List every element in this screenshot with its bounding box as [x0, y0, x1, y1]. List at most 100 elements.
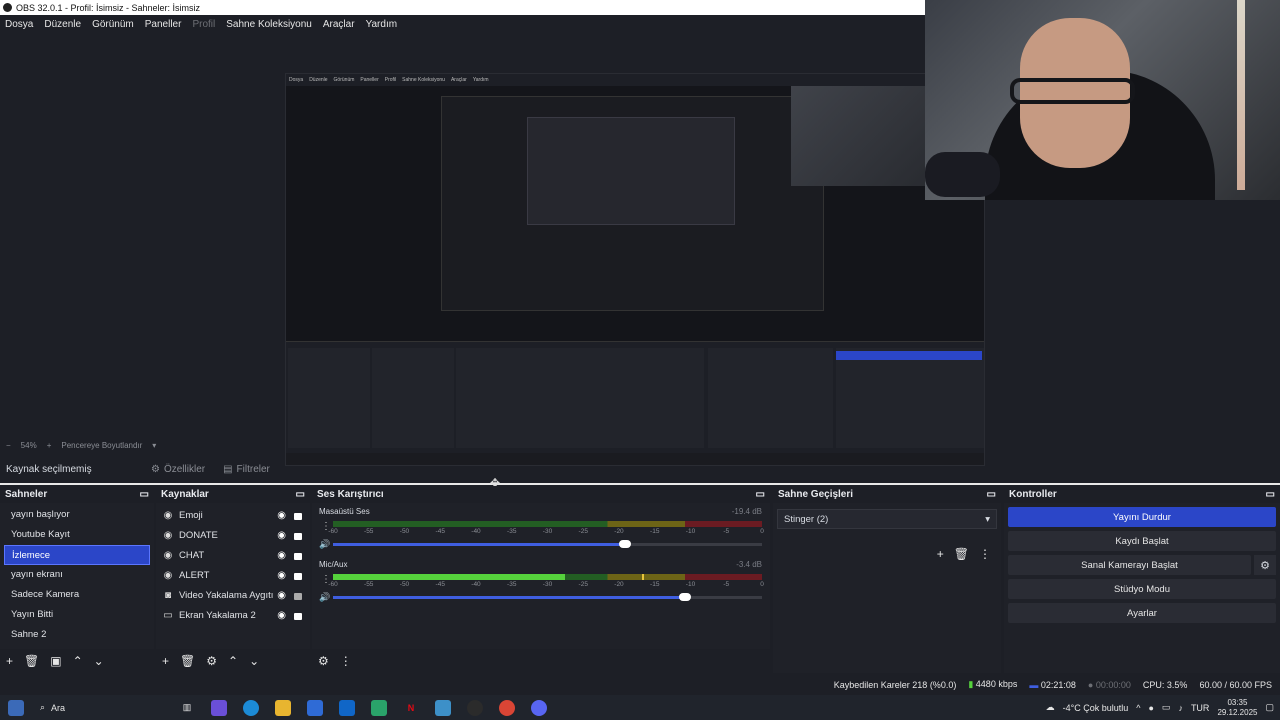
add-source-icon[interactable]: +: [162, 654, 169, 668]
chevron-down-icon[interactable]: ▾: [152, 441, 156, 450]
scene-item[interactable]: Yayın Bitti: [4, 605, 150, 625]
chrome-icon[interactable]: [499, 699, 516, 716]
menu-yardim[interactable]: Yardım: [366, 19, 398, 30]
source-item[interactable]: ◉ DONATE ◉: [156, 525, 310, 545]
source-item[interactable]: ◉ ALERT ◉: [156, 565, 310, 585]
fit-to-window-select[interactable]: Pencereye Boyutlandır: [61, 441, 142, 450]
lock-icon[interactable]: [294, 613, 302, 620]
add-scene-icon[interactable]: +: [6, 654, 13, 668]
start-record-button[interactable]: Kaydı Başlat: [1008, 531, 1276, 551]
visibility-eye-icon[interactable]: ◉: [277, 590, 286, 601]
source-item[interactable]: ▭ Ekran Yakalama 2 ◉: [156, 605, 310, 625]
dock-splitter[interactable]: [0, 483, 1280, 485]
filters-button[interactable]: ▤ Filtreler: [223, 464, 270, 475]
source-item[interactable]: ◉ Emoji ◉: [156, 505, 310, 525]
volume-icon[interactable]: ♪: [1178, 703, 1183, 713]
advanced-audio-icon[interactable]: ⚙: [318, 654, 329, 668]
speaker-icon[interactable]: 🔊: [319, 539, 330, 550]
move-up-icon[interactable]: ⌃: [228, 654, 238, 668]
unlock-icon[interactable]: [294, 593, 302, 600]
volume-knob[interactable]: [678, 593, 691, 601]
menu-araclar[interactable]: Araçlar: [323, 19, 355, 30]
app-icon[interactable]: [435, 699, 452, 716]
lock-icon[interactable]: [294, 513, 302, 520]
properties-button[interactable]: ⚙ Özellikler: [151, 464, 205, 475]
settings-button[interactable]: Ayarlar: [1008, 603, 1276, 623]
scene-item[interactable]: Sadece Kamera: [4, 585, 150, 605]
dock-menu-icon[interactable]: ▭: [296, 489, 305, 500]
search-icon[interactable]: ⌕: [40, 702, 45, 713]
notifications-icon[interactable]: ▢: [1265, 702, 1274, 713]
add-transition-icon[interactable]: +: [937, 547, 944, 561]
meter-tick-label: -45: [435, 581, 445, 588]
menu-duzenle[interactable]: Düzenle: [44, 19, 81, 30]
app-icon[interactable]: [371, 699, 388, 716]
menu-gorunum[interactable]: Görünüm: [92, 19, 134, 30]
dock-menu-icon[interactable]: ▭: [756, 489, 765, 500]
stop-stream-button[interactable]: Yayını Durdur: [1008, 507, 1276, 527]
tray-overflow-icon[interactable]: ^: [1136, 703, 1140, 713]
taskbar-search[interactable]: Ara: [51, 703, 171, 713]
edge-icon[interactable]: [243, 699, 260, 716]
lock-icon[interactable]: [294, 573, 302, 580]
move-down-icon[interactable]: ⌄: [94, 654, 104, 668]
start-virtual-cam-button[interactable]: Sanal Kamerayı Başlat: [1008, 555, 1251, 575]
source-item[interactable]: ◙ Video Yakalama Aygıtı ◉: [156, 585, 310, 605]
transition-select[interactable]: Stinger (2) ▾: [777, 509, 997, 529]
menu-dosya[interactable]: Dosya: [5, 19, 33, 30]
program-preview[interactable]: Dosya Düzenle Görünüm Paneller Profil Sahne K…: [285, 73, 985, 466]
lock-icon[interactable]: [294, 533, 302, 540]
delete-transition-icon[interactable]: 🗑: [954, 547, 969, 561]
lock-icon[interactable]: [294, 553, 302, 560]
visibility-eye-icon[interactable]: ◉: [277, 510, 286, 521]
menu-sahne-koleksiyonu[interactable]: Sahne Koleksiyonu: [226, 19, 312, 30]
dock-menu-icon[interactable]: ▭: [987, 489, 996, 500]
outlook-icon[interactable]: [339, 699, 356, 716]
delete-scene-icon[interactable]: 🗑: [24, 654, 39, 668]
scene-item-selected[interactable]: İzlemece: [4, 545, 150, 565]
move-down-icon[interactable]: ⌄: [249, 654, 259, 668]
network-icon[interactable]: ▭: [1162, 702, 1171, 713]
visibility-eye-icon[interactable]: ◉: [277, 530, 286, 541]
transition-menu-icon[interactable]: ⋮: [979, 547, 991, 561]
studio-mode-button[interactable]: Stüdyo Modu: [1008, 579, 1276, 599]
store-icon[interactable]: [307, 699, 324, 716]
language-indicator[interactable]: TUR: [1191, 703, 1210, 713]
task-view-icon[interactable]: ▥: [179, 700, 195, 716]
meter-tick-label: -15: [650, 528, 660, 535]
source-properties-gear-icon[interactable]: ⚙: [206, 654, 217, 668]
visibility-eye-icon[interactable]: ◉: [277, 570, 286, 581]
clock[interactable]: 03:35 29.12.2025: [1217, 698, 1257, 718]
volume-knob[interactable]: [618, 540, 631, 548]
source-item[interactable]: ◉ CHAT ◉: [156, 545, 310, 565]
dock-menu-icon[interactable]: ▭: [140, 489, 149, 500]
scene-item[interactable]: yayın ekranı: [4, 565, 150, 585]
scene-item[interactable]: yayın başlıyor: [4, 505, 150, 525]
zoom-out-button[interactable]: −: [6, 441, 11, 450]
speaker-icon[interactable]: 🔊: [319, 592, 330, 603]
file-explorer-icon[interactable]: [275, 699, 292, 716]
gear-icon[interactable]: ⚙: [1254, 555, 1276, 575]
volume-slider[interactable]: [333, 540, 762, 548]
weather-text[interactable]: -4°C Çok bulutlu: [1063, 703, 1129, 713]
app-icon[interactable]: [211, 699, 228, 716]
window-title: OBS 32.0.1 - Profil: İsimsiz - Sahneler:…: [16, 2, 201, 13]
mixer-menu-icon[interactable]: ⋮: [340, 654, 352, 668]
visibility-eye-icon[interactable]: ◉: [277, 610, 286, 621]
netflix-icon[interactable]: N: [403, 700, 419, 716]
microphone-icon[interactable]: ●: [1148, 703, 1153, 713]
menu-paneller[interactable]: Paneller: [145, 19, 182, 30]
widgets-icon[interactable]: [8, 699, 24, 716]
visibility-eye-icon[interactable]: ◉: [277, 550, 286, 561]
move-up-icon[interactable]: ⌃: [73, 654, 83, 668]
delete-source-icon[interactable]: 🗑: [180, 654, 195, 668]
zoom-in-button[interactable]: +: [47, 441, 52, 450]
discord-icon[interactable]: [531, 699, 548, 716]
scene-item[interactable]: Sahne 2: [4, 625, 150, 645]
scene-item[interactable]: Youtube Kayıt: [4, 525, 150, 545]
dock-menu-icon[interactable]: ▭: [1266, 489, 1275, 500]
scene-filters-icon[interactable]: ▣: [50, 654, 61, 668]
meter-tick-label: -15: [650, 581, 660, 588]
volume-slider[interactable]: [333, 593, 762, 601]
obs-icon[interactable]: [467, 699, 484, 716]
